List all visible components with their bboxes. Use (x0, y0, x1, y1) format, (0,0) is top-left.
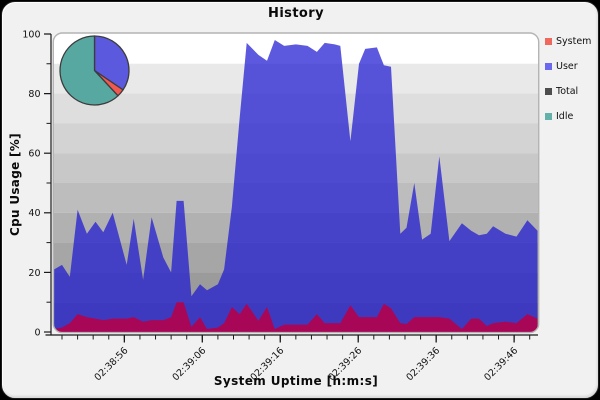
legend-item-label: Total (556, 86, 578, 97)
legend-item-user: User (545, 54, 599, 79)
total-swatch-icon (545, 88, 552, 95)
y-axis-title: Cpu Usage [%] (8, 122, 24, 247)
system-swatch-icon (545, 38, 552, 45)
y-tick-label: 20 (28, 268, 40, 279)
monitor-window: History 02040608010002:38:5602:39:0602:3… (1, 1, 599, 399)
user-swatch-icon (545, 63, 552, 70)
idle-swatch-icon (545, 113, 552, 120)
pie-chart (60, 36, 129, 105)
cpu-history-chart: 02040608010002:38:5602:39:0602:39:1602:3… (2, 2, 599, 399)
legend-item-total: Total (545, 79, 599, 104)
y-tick-label: 60 (28, 149, 40, 160)
legend-item-label: Idle (556, 111, 573, 122)
y-tick-label: 0 (34, 327, 40, 338)
legend-item-idle: Idle (545, 104, 599, 129)
y-tick-label: 40 (28, 208, 40, 219)
x-axis-title: System Uptime [h:m:s] (54, 374, 538, 388)
legend-item-system: System (545, 29, 599, 54)
y-tick-label: 80 (28, 89, 40, 100)
legend-item-label: User (556, 61, 578, 72)
legend: System User Total Idle (545, 29, 599, 129)
legend-item-label: System (556, 36, 591, 47)
y-tick-label: 100 (22, 29, 40, 40)
